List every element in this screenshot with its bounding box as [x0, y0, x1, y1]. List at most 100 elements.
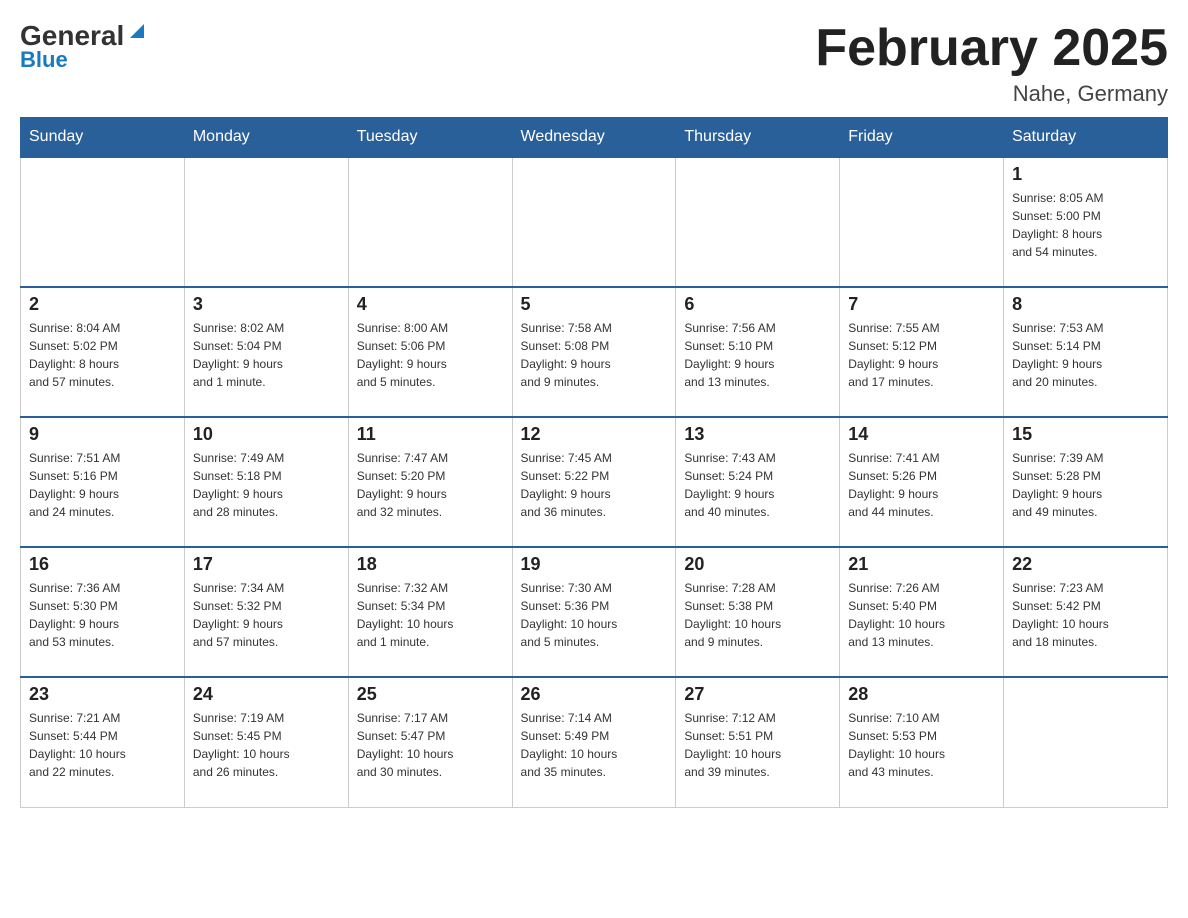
day-number: 25 [357, 684, 504, 705]
day-number: 22 [1012, 554, 1159, 575]
day-number: 28 [848, 684, 995, 705]
month-title: February 2025 [815, 20, 1168, 77]
day-number: 27 [684, 684, 831, 705]
day-info: Sunrise: 7:56 AM Sunset: 5:10 PM Dayligh… [684, 319, 831, 391]
calendar-cell: 21 Sunrise: 7:26 AM Sunset: 5:40 PM Dayli… [840, 547, 1004, 677]
calendar-cell [840, 157, 1004, 287]
day-number: 4 [357, 294, 504, 315]
calendar-cell: 11 Sunrise: 7:47 AM Sunset: 5:20 PM Dayli… [348, 417, 512, 547]
weekday-header-monday: Monday [184, 118, 348, 158]
day-number: 16 [29, 554, 176, 575]
day-number: 21 [848, 554, 995, 575]
day-number: 23 [29, 684, 176, 705]
calendar-cell: 27 Sunrise: 7:12 AM Sunset: 5:51 PM Dayli… [676, 677, 840, 807]
location: Nahe, Germany [815, 81, 1168, 107]
day-info: Sunrise: 7:12 AM Sunset: 5:51 PM Dayligh… [684, 709, 831, 781]
week-row-4: 16 Sunrise: 7:36 AM Sunset: 5:30 PM Dayli… [21, 547, 1168, 677]
page-header: General Blue February 2025 Nahe, Germany [20, 20, 1168, 107]
day-info: Sunrise: 7:41 AM Sunset: 5:26 PM Dayligh… [848, 449, 995, 521]
day-info: Sunrise: 7:32 AM Sunset: 5:34 PM Dayligh… [357, 579, 504, 651]
calendar-cell: 25 Sunrise: 7:17 AM Sunset: 5:47 PM Dayli… [348, 677, 512, 807]
day-number: 2 [29, 294, 176, 315]
week-row-5: 23 Sunrise: 7:21 AM Sunset: 5:44 PM Dayli… [21, 677, 1168, 807]
day-number: 24 [193, 684, 340, 705]
calendar-cell: 19Sunrise: 7:30 AM Sunset: 5:36 PM Dayli… [512, 547, 676, 677]
day-info: Sunrise: 7:21 AM Sunset: 5:44 PM Dayligh… [29, 709, 176, 781]
day-info: Sunrise: 7:10 AM Sunset: 5:53 PM Dayligh… [848, 709, 995, 781]
weekday-header-row: SundayMondayTuesdayWednesdayThursdayFrid… [21, 118, 1168, 158]
logo: General Blue [20, 20, 148, 73]
day-info: Sunrise: 7:55 AM Sunset: 5:12 PM Dayligh… [848, 319, 995, 391]
day-info: Sunrise: 7:51 AM Sunset: 5:16 PM Dayligh… [29, 449, 176, 521]
day-info: Sunrise: 7:34 AM Sunset: 5:32 PM Dayligh… [193, 579, 340, 651]
calendar-cell: 7 Sunrise: 7:55 AM Sunset: 5:12 PM Daylig… [840, 287, 1004, 417]
day-number: 15 [1012, 424, 1159, 445]
day-number: 26 [521, 684, 668, 705]
day-number: 20 [684, 554, 831, 575]
calendar-cell: 12 Sunrise: 7:45 AM Sunset: 5:22 PM Dayli… [512, 417, 676, 547]
calendar-cell: 18 Sunrise: 7:32 AM Sunset: 5:34 PM Dayli… [348, 547, 512, 677]
day-number: 14 [848, 424, 995, 445]
calendar-cell: 14 Sunrise: 7:41 AM Sunset: 5:26 PM Dayli… [840, 417, 1004, 547]
week-row-2: 2Sunrise: 8:04 AM Sunset: 5:02 PM Daylig… [21, 287, 1168, 417]
calendar-cell: 1 Sunrise: 8:05 AM Sunset: 5:00 PM Daylig… [1004, 157, 1168, 287]
day-info: Sunrise: 8:02 AM Sunset: 5:04 PM Dayligh… [193, 319, 340, 391]
calendar-cell: 2Sunrise: 8:04 AM Sunset: 5:02 PM Daylig… [21, 287, 185, 417]
day-number: 9 [29, 424, 176, 445]
day-number: 13 [684, 424, 831, 445]
calendar-cell [676, 157, 840, 287]
logo-blue: Blue [20, 47, 68, 73]
day-number: 18 [357, 554, 504, 575]
calendar-cell [184, 157, 348, 287]
day-info: Sunrise: 7:43 AM Sunset: 5:24 PM Dayligh… [684, 449, 831, 521]
weekday-header-thursday: Thursday [676, 118, 840, 158]
weekday-header-tuesday: Tuesday [348, 118, 512, 158]
day-number: 1 [1012, 164, 1159, 185]
weekday-header-wednesday: Wednesday [512, 118, 676, 158]
logo-triangle-icon [126, 20, 148, 42]
calendar-cell: 3 Sunrise: 8:02 AM Sunset: 5:04 PM Daylig… [184, 287, 348, 417]
day-info: Sunrise: 7:45 AM Sunset: 5:22 PM Dayligh… [521, 449, 668, 521]
day-number: 7 [848, 294, 995, 315]
calendar-cell: 17 Sunrise: 7:34 AM Sunset: 5:32 PM Dayli… [184, 547, 348, 677]
calendar-cell: 26 Sunrise: 7:14 AM Sunset: 5:49 PM Dayli… [512, 677, 676, 807]
day-number: 3 [193, 294, 340, 315]
calendar-cell: 15Sunrise: 7:39 AM Sunset: 5:28 PM Dayli… [1004, 417, 1168, 547]
calendar-cell: 22Sunrise: 7:23 AM Sunset: 5:42 PM Dayli… [1004, 547, 1168, 677]
day-info: Sunrise: 7:17 AM Sunset: 5:47 PM Dayligh… [357, 709, 504, 781]
day-number: 12 [521, 424, 668, 445]
day-info: Sunrise: 7:47 AM Sunset: 5:20 PM Dayligh… [357, 449, 504, 521]
calendar-cell: 13 Sunrise: 7:43 AM Sunset: 5:24 PM Dayli… [676, 417, 840, 547]
day-info: Sunrise: 7:19 AM Sunset: 5:45 PM Dayligh… [193, 709, 340, 781]
weekday-header-friday: Friday [840, 118, 1004, 158]
day-number: 11 [357, 424, 504, 445]
week-row-3: 9 Sunrise: 7:51 AM Sunset: 5:16 PM Daylig… [21, 417, 1168, 547]
calendar-cell: 28 Sunrise: 7:10 AM Sunset: 5:53 PM Dayli… [840, 677, 1004, 807]
day-info: Sunrise: 7:49 AM Sunset: 5:18 PM Dayligh… [193, 449, 340, 521]
calendar-cell: 8Sunrise: 7:53 AM Sunset: 5:14 PM Daylig… [1004, 287, 1168, 417]
calendar-cell: 23 Sunrise: 7:21 AM Sunset: 5:44 PM Dayli… [21, 677, 185, 807]
day-number: 19 [521, 554, 668, 575]
day-number: 17 [193, 554, 340, 575]
day-info: Sunrise: 7:36 AM Sunset: 5:30 PM Dayligh… [29, 579, 176, 651]
day-info: Sunrise: 8:00 AM Sunset: 5:06 PM Dayligh… [357, 319, 504, 391]
day-number: 10 [193, 424, 340, 445]
day-info: Sunrise: 7:26 AM Sunset: 5:40 PM Dayligh… [848, 579, 995, 651]
day-info: Sunrise: 7:14 AM Sunset: 5:49 PM Dayligh… [521, 709, 668, 781]
calendar-table: SundayMondayTuesdayWednesdayThursdayFrid… [20, 117, 1168, 808]
weekday-header-sunday: Sunday [21, 118, 185, 158]
day-number: 5 [521, 294, 668, 315]
calendar-cell [512, 157, 676, 287]
title-area: February 2025 Nahe, Germany [815, 20, 1168, 107]
calendar-cell: 10 Sunrise: 7:49 AM Sunset: 5:18 PM Dayli… [184, 417, 348, 547]
calendar-cell: 16 Sunrise: 7:36 AM Sunset: 5:30 PM Dayli… [21, 547, 185, 677]
calendar-cell [348, 157, 512, 287]
logo-general: General [20, 22, 124, 50]
calendar-cell [21, 157, 185, 287]
day-info: Sunrise: 7:28 AM Sunset: 5:38 PM Dayligh… [684, 579, 831, 651]
calendar-cell: 20 Sunrise: 7:28 AM Sunset: 5:38 PM Dayli… [676, 547, 840, 677]
calendar-cell: 6Sunrise: 7:56 AM Sunset: 5:10 PM Daylig… [676, 287, 840, 417]
week-row-1: 1 Sunrise: 8:05 AM Sunset: 5:00 PM Daylig… [21, 157, 1168, 287]
day-info: Sunrise: 8:05 AM Sunset: 5:00 PM Dayligh… [1012, 189, 1159, 261]
calendar-cell [1004, 677, 1168, 807]
